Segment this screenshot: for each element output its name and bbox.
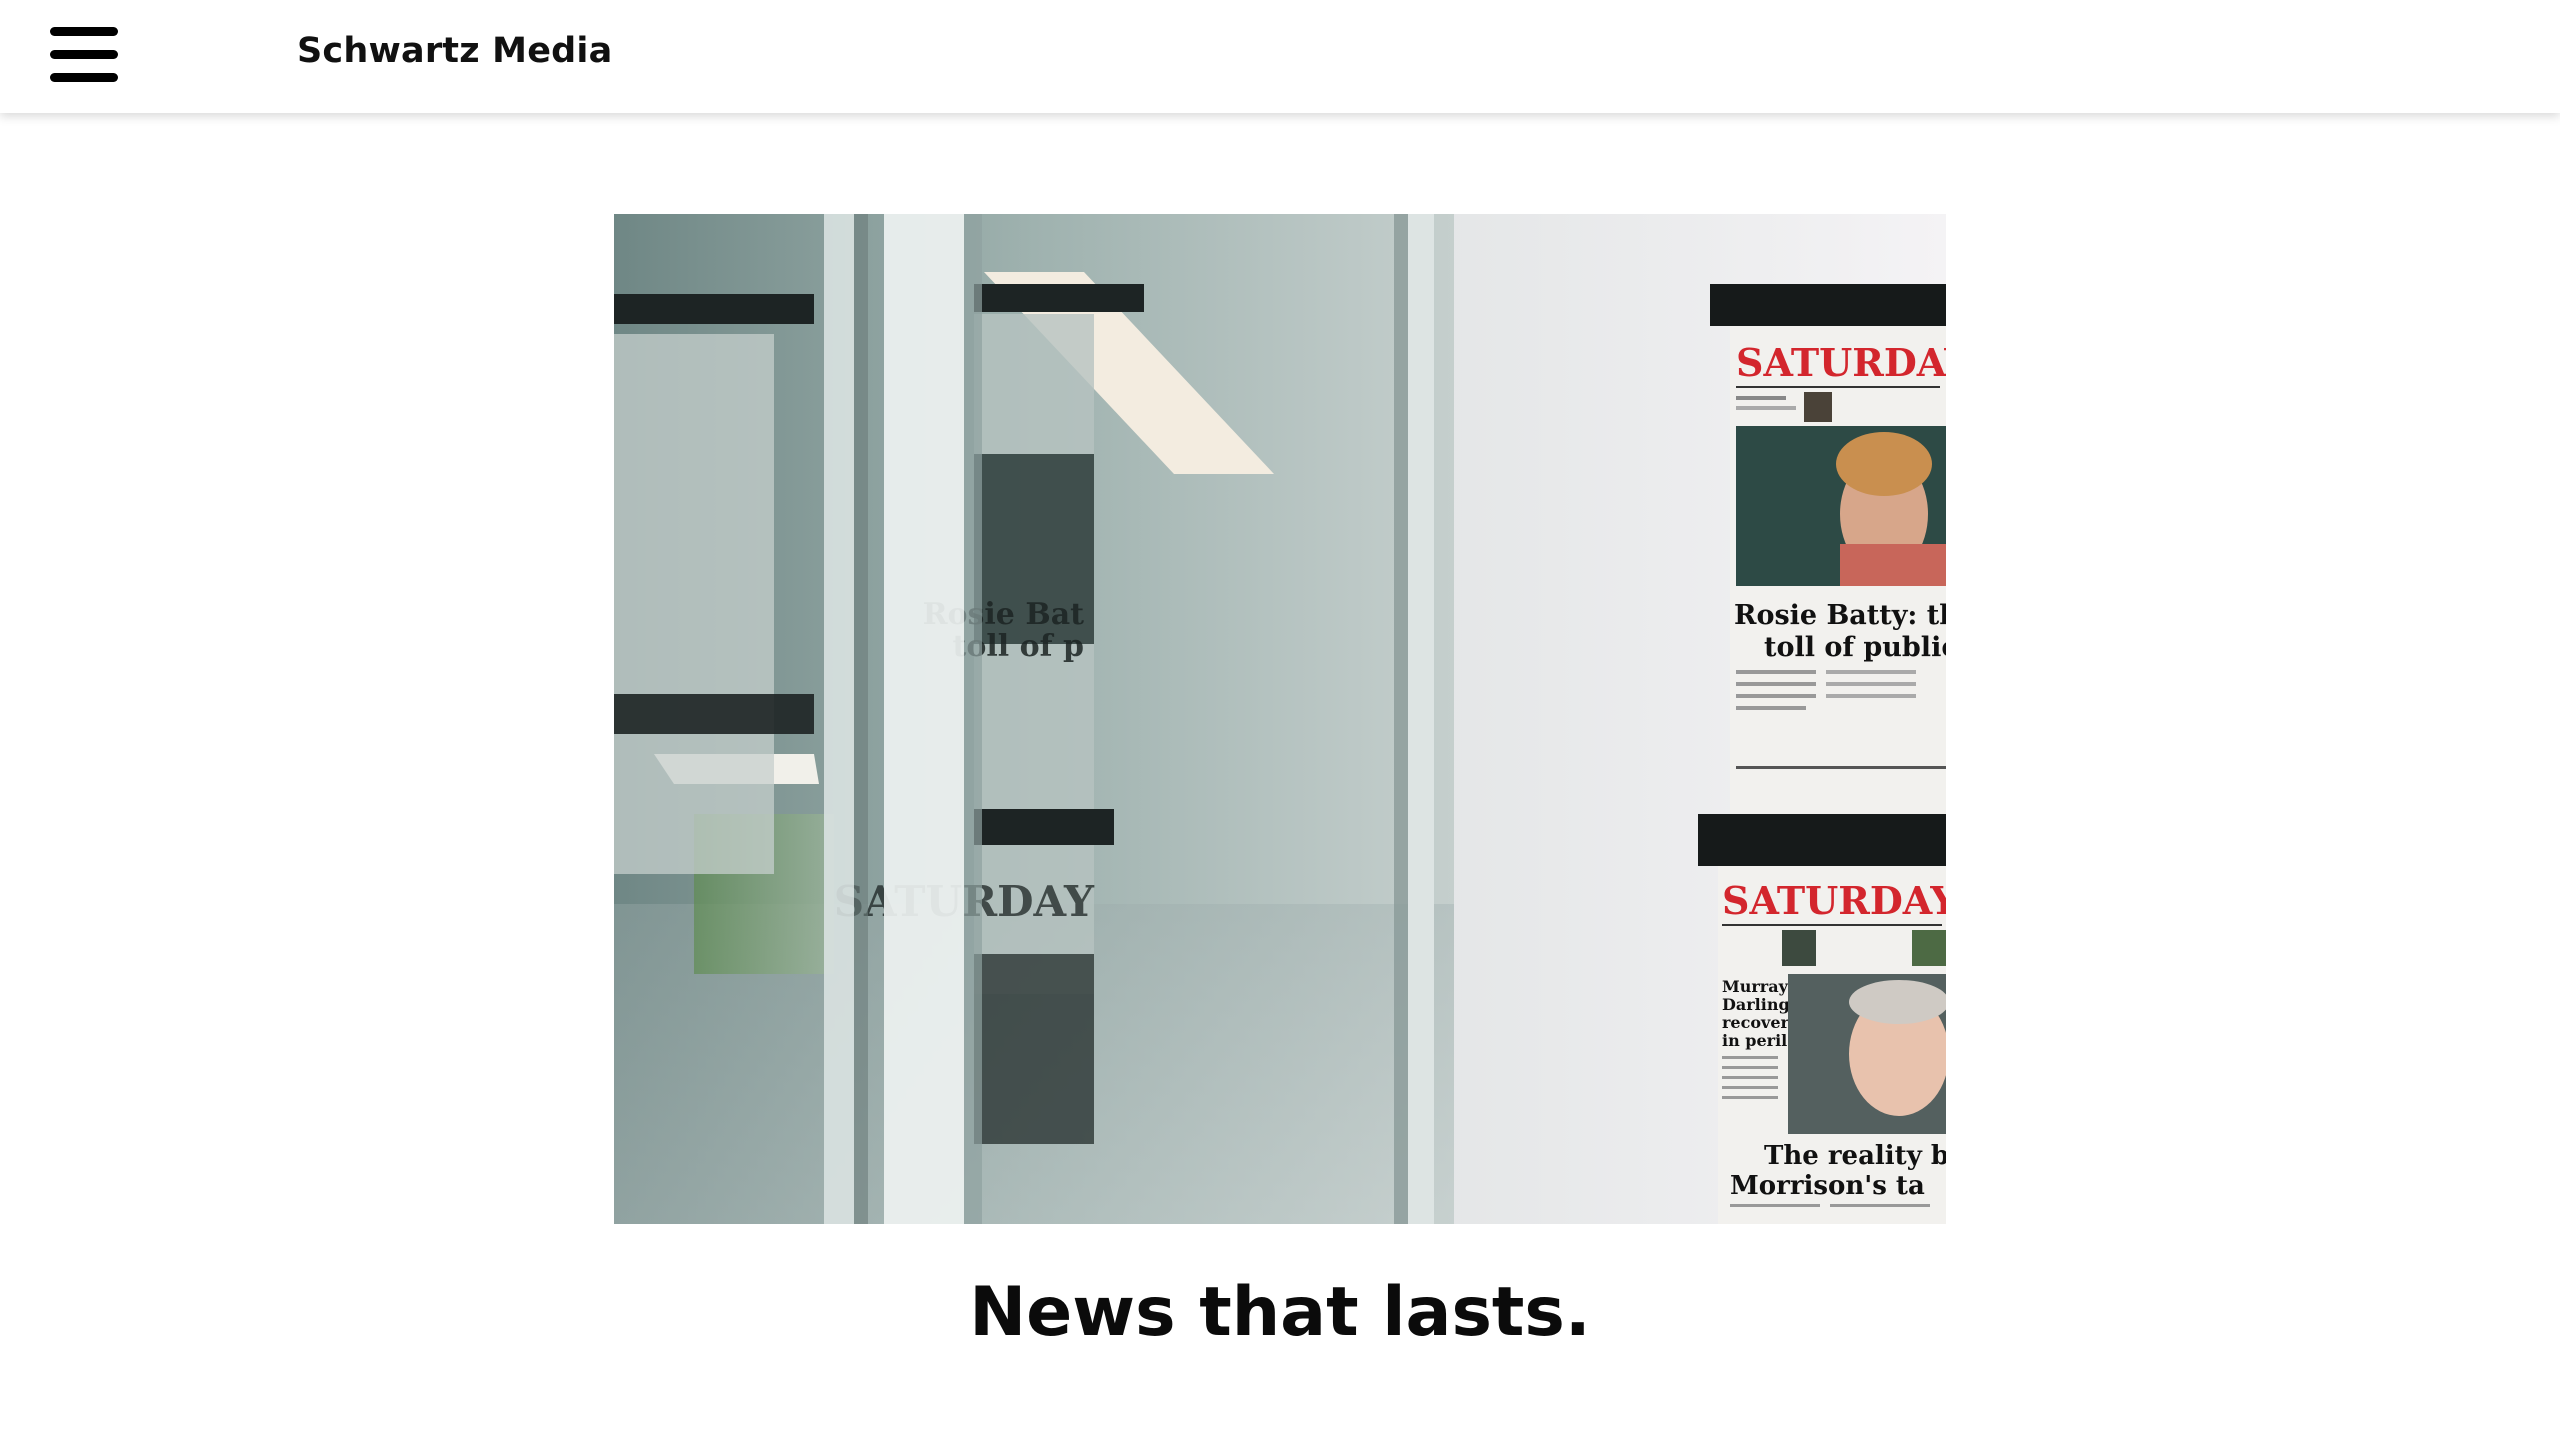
newspaper-text-line bbox=[1722, 1076, 1778, 1079]
newspaper-thumb bbox=[1782, 930, 1816, 966]
newspaper-headline: toll of public g bbox=[1764, 632, 1946, 663]
side-story-line: Murray- bbox=[1722, 977, 1795, 996]
newspaper-rule bbox=[1722, 924, 1942, 926]
newspaper-thumb bbox=[1804, 392, 1832, 422]
hero-image: Rosie Bat toll of p SATURDAY SATURDAY Ro… bbox=[614, 214, 1946, 1224]
newspaper-text-line bbox=[1736, 406, 1796, 410]
door-frame bbox=[1408, 214, 1434, 1224]
newspaper-masthead: SATURDAY bbox=[1722, 878, 1946, 923]
door-frame bbox=[1394, 214, 1408, 1224]
newspaper-text-line bbox=[1730, 1204, 1820, 1207]
newspaper-text-line bbox=[1826, 682, 1916, 686]
menu-icon-bar bbox=[50, 26, 118, 36]
reflected-photo bbox=[974, 954, 1094, 1144]
brand-logo-link[interactable]: Schwartz Media bbox=[297, 28, 612, 74]
side-story-line: in peril bbox=[1722, 1031, 1787, 1050]
newspaper-text-line bbox=[1830, 1204, 1930, 1207]
newspaper-headline: The reality b bbox=[1764, 1141, 1946, 1171]
newspaper-text-line bbox=[1736, 670, 1816, 674]
newspaper-headline: Morrison's ta bbox=[1730, 1171, 1925, 1201]
newspaper-text-line bbox=[1722, 1086, 1778, 1089]
reflected-frame-rail bbox=[614, 294, 814, 324]
newspaper-rule bbox=[1736, 766, 1946, 769]
portrait-hair bbox=[1836, 432, 1932, 496]
newspaper-rule bbox=[1736, 386, 1940, 388]
portrait-hair bbox=[1849, 980, 1946, 1024]
door-frame bbox=[854, 214, 868, 1224]
reflected-frame-rail bbox=[974, 809, 1114, 845]
tagline-heading: News that lasts. bbox=[969, 1273, 1591, 1352]
side-story-line: Darling bbox=[1722, 995, 1790, 1014]
menu-icon-bar bbox=[50, 72, 118, 82]
newspaper-text-line bbox=[1826, 670, 1916, 674]
newspaper-text-line bbox=[1826, 694, 1916, 698]
newspaper-text-line bbox=[1736, 396, 1786, 400]
newspaper-headline: Rosie Batty: the p bbox=[1734, 600, 1946, 631]
hero-photo: Rosie Bat toll of p SATURDAY SATURDAY Ro… bbox=[614, 214, 1946, 1224]
newspaper-text-line bbox=[1722, 1056, 1778, 1059]
hamburger-menu-icon[interactable] bbox=[46, 20, 124, 88]
newspaper-text-line bbox=[1736, 682, 1816, 686]
newspaper-text-line bbox=[1736, 706, 1806, 710]
site-header: Schwartz Media bbox=[0, 0, 2560, 113]
newspaper-text-line bbox=[1722, 1096, 1778, 1099]
reflected-newspaper bbox=[614, 334, 774, 874]
newspaper-thumb bbox=[1912, 930, 1946, 966]
door-frame bbox=[824, 214, 854, 1224]
menu-icon-bar bbox=[50, 49, 118, 59]
door-frame bbox=[964, 214, 982, 1224]
door-frame bbox=[884, 214, 964, 1224]
reflected-frame-rail bbox=[974, 284, 1144, 312]
frame-rail bbox=[1710, 284, 1946, 326]
newspaper-masthead: SATURDAY bbox=[1736, 340, 1946, 385]
portrait-clothing bbox=[1840, 544, 1946, 586]
reflected-frame-rail bbox=[614, 694, 814, 734]
newspaper-text-line bbox=[1722, 1066, 1778, 1069]
side-story-line: recovery bbox=[1722, 1013, 1799, 1032]
frame-rail bbox=[1698, 814, 1946, 866]
newspaper-text-line bbox=[1736, 694, 1816, 698]
